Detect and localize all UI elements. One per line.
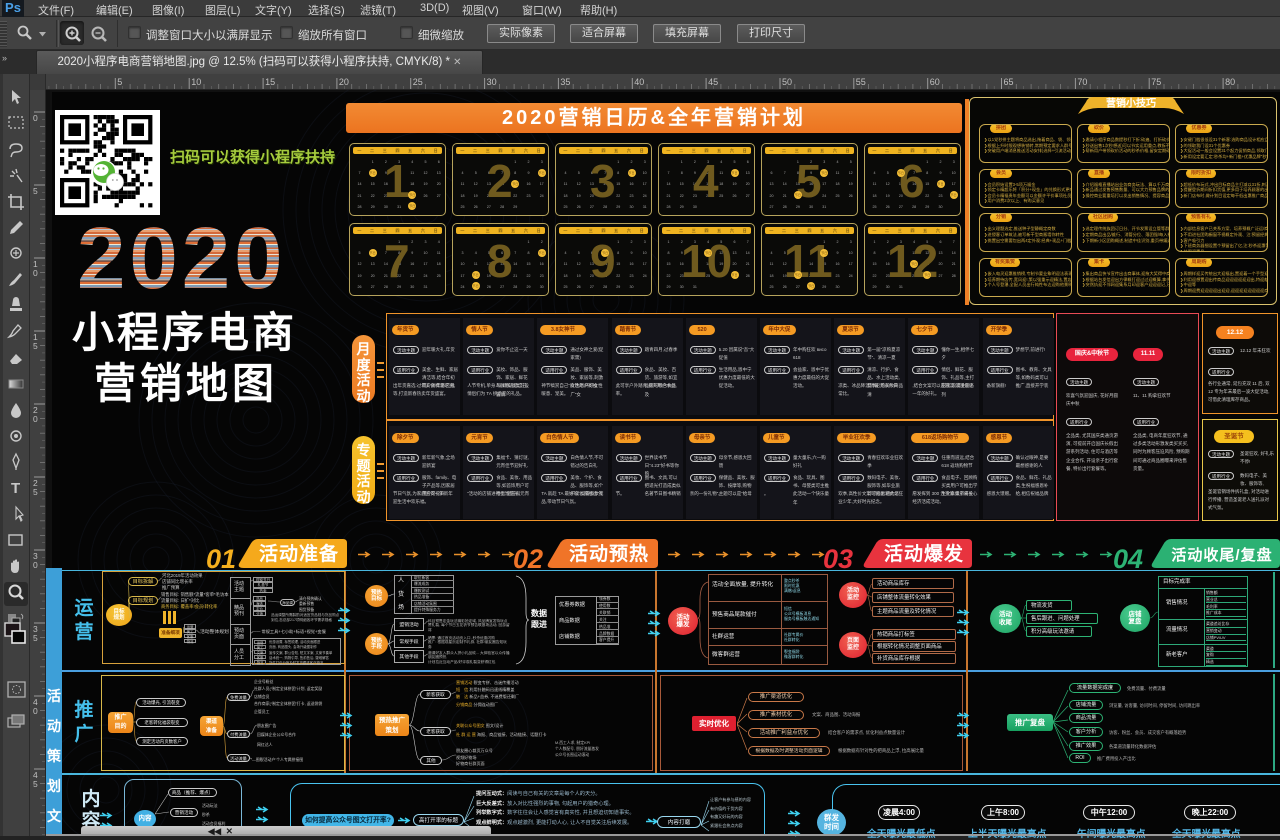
svg-text:20: 20: [339, 77, 349, 87]
svg-text:70: 70: [1077, 77, 1087, 87]
svg-text:5: 5: [33, 487, 38, 497]
svg-text:5: 5: [33, 341, 38, 351]
svg-text:0: 0: [33, 113, 38, 123]
svg-text:5: 5: [33, 779, 38, 789]
svg-text:80: 80: [1225, 77, 1235, 87]
svg-text:15: 15: [265, 77, 275, 87]
svg-text:0: 0: [33, 268, 38, 278]
svg-text:5: 5: [117, 77, 122, 87]
svg-text:40: 40: [634, 77, 644, 87]
svg-text:营销小技巧: 营销小技巧: [1106, 97, 1156, 110]
svg-text:5: 5: [33, 186, 38, 196]
svg-text:65: 65: [1004, 77, 1014, 87]
svg-text:30: 30: [487, 77, 497, 87]
svg-text:25: 25: [413, 77, 423, 87]
svg-text:T: T: [11, 480, 20, 497]
svg-text:5: 5: [33, 633, 38, 643]
svg-text:0: 0: [33, 706, 38, 716]
svg-text:55: 55: [856, 77, 866, 87]
svg-text:60: 60: [930, 77, 940, 87]
svg-text:50: 50: [782, 77, 792, 87]
svg-text:活动预热: 活动预热: [569, 542, 649, 565]
svg-text:活动收尾/复盘: 活动收尾/复盘: [1171, 546, 1272, 564]
svg-text:活动准备: 活动准备: [259, 542, 339, 565]
svg-text:45: 45: [708, 77, 718, 87]
svg-text:0: 0: [33, 560, 38, 570]
svg-text:10: 10: [191, 77, 201, 87]
svg-text:0: 0: [33, 414, 38, 424]
svg-text:活动爆发: 活动爆发: [884, 542, 964, 565]
svg-text:35: 35: [560, 77, 570, 87]
svg-text:75: 75: [1151, 77, 1161, 87]
